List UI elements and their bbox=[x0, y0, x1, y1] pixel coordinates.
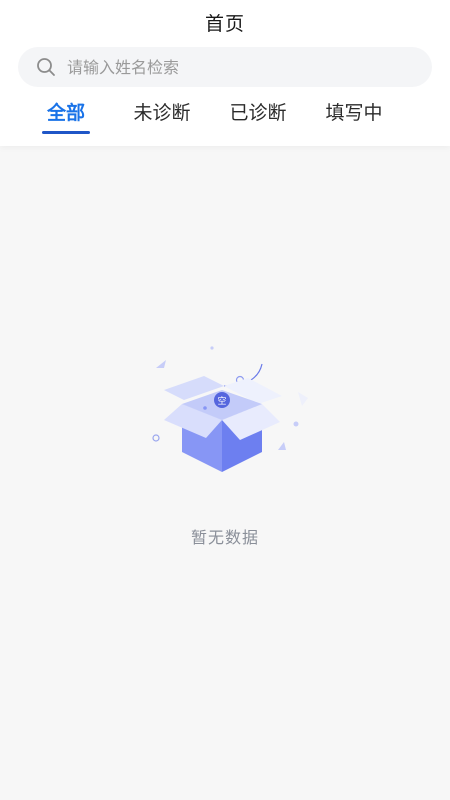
header-area: 首页 全部 未诊断 已诊断 填写中 bbox=[0, 0, 450, 146]
search-input[interactable] bbox=[67, 57, 397, 77]
search-bar[interactable] bbox=[18, 47, 432, 87]
page-title: 首页 bbox=[204, 13, 245, 35]
tab-diagnosed[interactable]: 已诊断 bbox=[226, 98, 290, 136]
empty-badge-text: 空 bbox=[217, 395, 226, 407]
tab-in-progress[interactable]: 填写中 bbox=[322, 98, 386, 136]
search-icon bbox=[35, 56, 57, 78]
tab-undiagnosed[interactable]: 未诊断 bbox=[130, 98, 194, 136]
empty-box-icon: 空 bbox=[150, 342, 310, 482]
empty-state-message: 暂无数据 bbox=[190, 528, 259, 547]
active-tab-indicator bbox=[42, 131, 90, 134]
